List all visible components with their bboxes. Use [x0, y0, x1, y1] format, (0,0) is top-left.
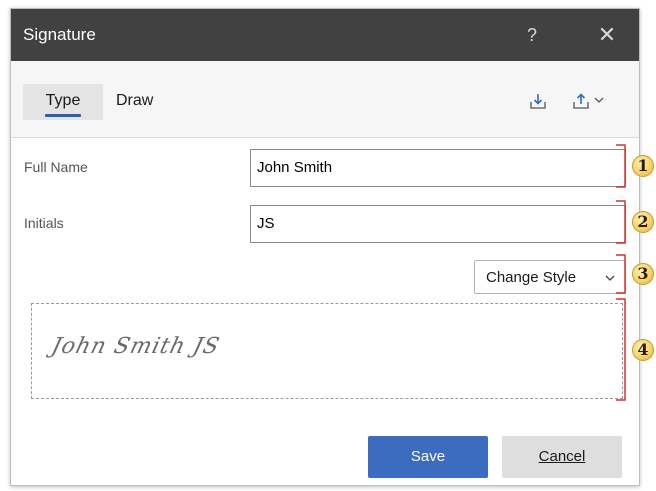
callout-badge-4: 4	[632, 339, 654, 361]
callout-bracket-4	[616, 298, 626, 401]
callout-bracket-1	[616, 144, 626, 188]
callout-badge-1: 1	[632, 155, 654, 177]
callout-bracket-3	[616, 254, 626, 294]
callout-brackets	[616, 144, 626, 401]
callout-bracket-2	[616, 200, 626, 244]
callout-badge-3: 3	[632, 263, 654, 285]
callout-badge-2: 2	[632, 211, 654, 233]
